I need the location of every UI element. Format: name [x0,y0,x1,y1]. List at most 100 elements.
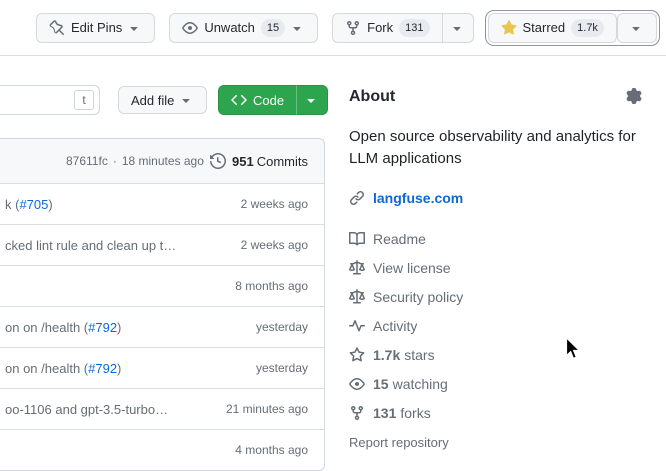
file-table: 87611fc · 18 minutes ago 951Commits k (#… [0,138,325,471]
commit-message: on on /health (#792) [5,361,121,376]
add-file-label: Add file [131,93,174,108]
goto-shortcut-key: t [74,90,94,110]
forks-link[interactable]: 131forks [349,398,649,427]
fork-icon [349,405,365,421]
activity-link[interactable]: Activity [349,311,649,340]
commit-age: 2 weeks ago [241,238,308,252]
code-button-group: Code [218,85,328,115]
stars-link[interactable]: 1.7kstars [349,340,649,369]
edit-pins-label: Edit Pins [71,20,122,35]
chevron-down-icon [289,20,305,36]
watching-link[interactable]: 15watching [349,369,649,398]
pin-icon [49,20,65,36]
file-row[interactable]: k (#705) 2 weeks ago [0,183,324,224]
commit-message-text: cked lint rule and clean up t… [5,238,176,253]
unwatch-label: Unwatch [204,20,255,35]
commits-count: 951 [232,154,254,169]
file-row[interactable]: on on /health (#792) yesterday [0,347,324,388]
chevron-down-icon [303,92,319,108]
forks-number: 131 [373,405,396,421]
code-button[interactable]: Code [218,85,296,115]
about-item-label: watching [393,376,448,392]
latest-commit-meta: 87611fc · 18 minutes ago [66,154,204,168]
code-icon [231,92,247,108]
unwatch-button[interactable]: Unwatch 15 [169,13,318,43]
chevron-down-icon [178,92,194,108]
star-filled-icon [501,20,517,36]
file-row[interactable]: cked lint rule and clean up t… 2 weeks a… [0,224,324,265]
fork-icon [345,20,361,36]
commit-age: 8 months ago [235,279,308,293]
eye-icon [182,20,198,36]
star-dropdown-button[interactable] [617,13,657,43]
commit-message: oo-1106 and gpt-3.5-turbo… [5,402,168,417]
chevron-down-icon [126,20,142,36]
repo-description: Open source observability and analytics … [349,126,649,170]
file-row[interactable]: 4 months ago [0,429,324,470]
commit-message: on on /health (#792) [5,320,121,335]
about-item-label: stars [404,347,434,363]
issue-link[interactable]: #792 [88,320,117,335]
website-row: langfuse.com [349,190,649,206]
forks-count: 131 [399,19,429,37]
eye-icon [349,376,365,392]
issue-link[interactable]: #705 [19,197,48,212]
commit-age: yesterday [256,320,308,334]
issue-link[interactable]: #792 [88,361,117,376]
report-repository-link[interactable]: Report repository [349,435,449,450]
view-license-link[interactable]: View license [349,253,649,282]
code-label: Code [253,93,284,108]
fork-button-group: Fork 131 [332,13,473,43]
readme-link[interactable]: Readme [349,224,649,253]
file-finder-input[interactable]: t [0,85,100,115]
code-dropdown-button[interactable] [296,85,328,115]
pulse-icon [349,318,365,334]
file-row[interactable]: 8 months ago [0,265,324,306]
commit-time: 18 minutes ago [122,154,204,168]
website-link[interactable]: langfuse.com [373,190,463,206]
law-icon [349,260,365,276]
commit-message-text: ) [48,197,52,212]
commit-age: 21 minutes ago [226,402,308,416]
about-item-label: forks [400,405,430,421]
about-item-label: Activity [373,318,417,334]
chevron-down-icon [449,20,465,36]
about-links: Readme View license Security policy Acti… [349,224,649,427]
security-policy-link[interactable]: Security policy [349,282,649,311]
stars-number: 1.7k [373,347,400,363]
mouse-cursor [565,337,582,361]
about-section: Open source observability and analytics … [349,126,649,452]
edit-pins-button[interactable]: Edit Pins [36,13,155,43]
fork-button[interactable]: Fork 131 [332,13,442,43]
stars-count: 1.7k [571,19,604,37]
file-row[interactable]: oo-1106 and gpt-3.5-turbo… 21 minutes ag… [0,388,324,429]
commit-age: 4 months ago [235,443,308,457]
latest-commit-bar[interactable]: 87611fc · 18 minutes ago 951Commits [0,139,324,183]
add-file-button[interactable]: Add file [118,86,207,114]
about-item-label: View license [373,260,451,276]
commit-age: 2 weeks ago [241,197,308,211]
commit-hash-link[interactable]: 87611fc [66,154,108,168]
fork-dropdown-button[interactable] [442,13,474,43]
law-icon [349,289,365,305]
commits-count-link[interactable]: 951Commits [210,153,308,169]
commit-message-text: oo-1106 and gpt-3.5-turbo… [5,402,168,417]
about-title: About [349,88,395,106]
commit-message-text: on on /health ( [5,320,88,335]
file-row[interactable]: on on /health (#792) yesterday [0,306,324,347]
commit-message-text: k ( [5,197,19,212]
meta-separator: · [113,154,117,168]
commit-message-text: ) [117,361,121,376]
star-button-group: Starred 1.7k [488,13,657,43]
starred-button[interactable]: Starred 1.7k [488,13,617,43]
starred-label: Starred [523,20,566,35]
history-icon [210,153,226,169]
star-icon [349,347,365,363]
gear-icon[interactable] [626,88,642,104]
fork-label: Fork [367,20,393,35]
watchers-count: 15 [261,19,285,37]
link-icon [349,190,365,206]
commit-message-text: ) [117,320,121,335]
watching-number: 15 [373,376,389,392]
book-icon [349,231,365,247]
